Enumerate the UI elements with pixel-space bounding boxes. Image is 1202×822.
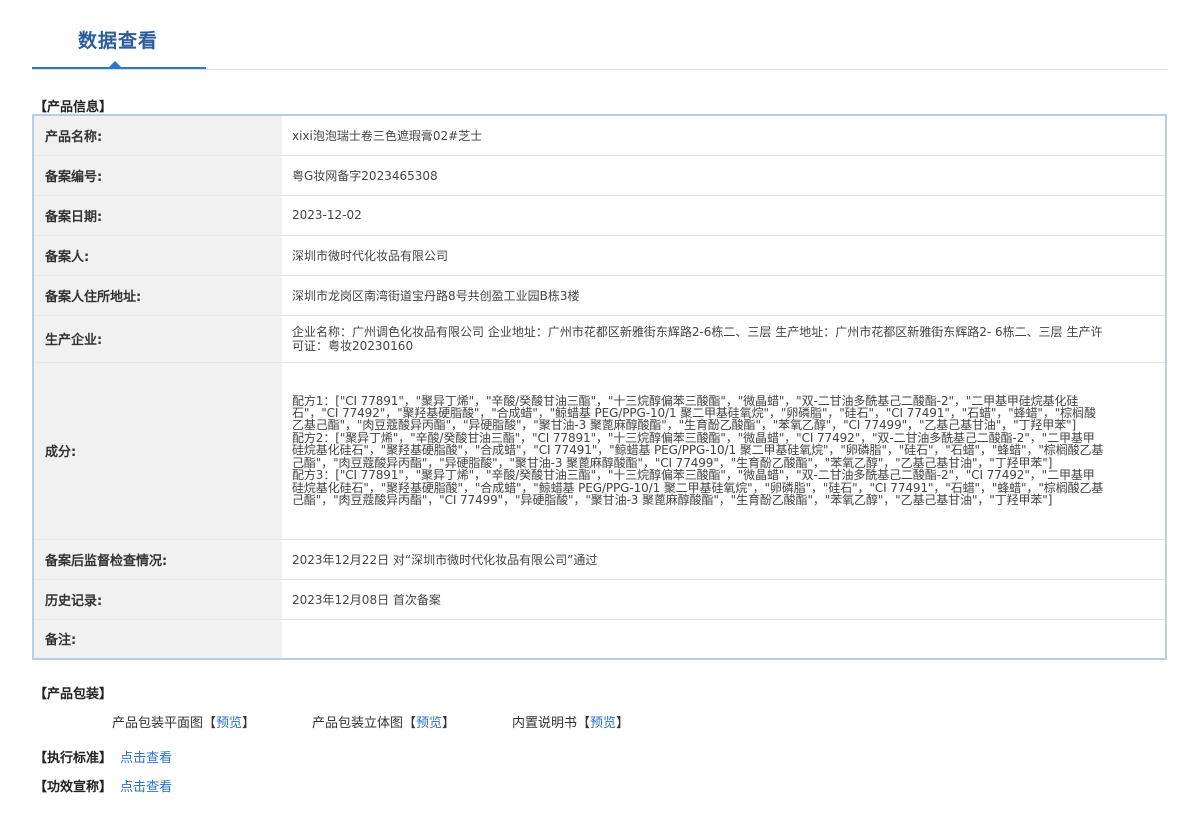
tab-bar: 数据查看 [32, 0, 1167, 70]
table-row: 产品名称: xixi泡泡瑞士卷三色遮瑕膏02#芝士 [33, 115, 1166, 155]
row-label: 备案人住所地址: [33, 274, 282, 315]
row-label: 产品名称: [33, 115, 282, 155]
tab-data-view[interactable]: 数据查看 [78, 26, 158, 53]
table-row: 备注: [33, 618, 1166, 659]
table-row: 历史记录: 2023年12月08日 首次备案 [33, 578, 1166, 619]
packaging-flat-item: 产品包装平面图【预览】 [112, 712, 255, 731]
bracket-open: 【 [577, 716, 591, 731]
row-label: 备案日期: [33, 194, 282, 235]
table-row: 备案日期: 2023-12-02 [33, 194, 1166, 235]
manufacturer-value: 企业名称：广州调色化妆品有限公司 企业地址：广州市花都区新雅街东辉路2-6栋二、… [282, 314, 1166, 362]
formula-3: 配方3：["CI 77891"，"聚异丁烯"，"辛酸/癸酸甘油三酯"，"十三烷醇… [292, 468, 1104, 507]
manual-item: 内置说明书【预览】 [512, 712, 629, 731]
standards-label: 【执行标准】 [34, 751, 113, 766]
table-row: 生产企业: 企业名称：广州调色化妆品有限公司 企业地址：广州市花都区新雅街东辉路… [33, 314, 1166, 362]
table-row: 备案人: 深圳市微时代化妆品有限公司 [33, 234, 1166, 275]
preview-flat-link[interactable]: 预览 [216, 716, 242, 731]
filer-value: 深圳市微时代化妆品有限公司 [282, 234, 1166, 275]
efficacy-row: 【功效宣称】 点击查看 [34, 776, 172, 795]
row-label: 备案后监督检查情况: [33, 538, 282, 579]
efficacy-label: 【功效宣称】 [34, 780, 113, 795]
packaging-3d-item: 产品包装立体图【预览】 [312, 712, 455, 731]
bracket-open: 【 [203, 716, 217, 731]
standards-view-link[interactable]: 点击查看 [120, 751, 172, 766]
ingredients-value: 配方1：["CI 77891"，"聚异丁烯"，"辛酸/癸酸甘油三酯"，"十三烷醇… [282, 361, 1166, 539]
formula-2: 配方2：["聚异丁烯"，"辛酸/癸酸甘油三酯"，"CI 77891"，"十三烷醇… [292, 430, 1104, 470]
caret-up-icon [109, 61, 121, 67]
filing-number-value: 粤G妆网备字2023465308 [282, 154, 1166, 195]
row-label: 备案人: [33, 234, 282, 275]
table-row: 成分: 配方1：["CI 77891"，"聚异丁烯"，"辛酸/癸酸甘油三酯"，"… [33, 361, 1166, 539]
product-name-value: xixi泡泡瑞士卷三色遮瑕膏02#芝士 [292, 128, 483, 143]
filing-date-value: 2023-12-02 [282, 194, 1166, 235]
row-label: 备案编号: [33, 154, 282, 195]
manual-label: 内置说明书 [512, 716, 578, 731]
product-info-heading: 【产品信息】 [34, 100, 113, 115]
filer-address-value: 深圳市龙岗区南湾街道宝丹路8号共创盈工业园B栋3楼 [282, 274, 1166, 315]
packaging-3d-label: 产品包装立体图 [312, 716, 404, 731]
row-label: 历史记录: [33, 578, 282, 619]
row-label: 备注: [33, 618, 282, 659]
product-info-table: 产品名称: xixi泡泡瑞士卷三色遮瑕膏02#芝士 备案编号: 粤G妆网备字20… [32, 114, 1167, 660]
packaging-heading: 【产品包装】 [34, 687, 113, 702]
inspection-value: 2023年12月22日 对“深圳市微时代化妆品有限公司”通过 [282, 538, 1166, 579]
row-label: 生产企业: [33, 314, 282, 362]
history-value: 2023年12月08日 首次备案 [282, 578, 1166, 619]
bracket-open: 【 [403, 716, 417, 731]
efficacy-view-link[interactable]: 点击查看 [120, 780, 172, 795]
remarks-value [282, 618, 1166, 659]
bracket-close: 】 [442, 716, 456, 731]
preview-3d-link[interactable]: 预览 [416, 716, 442, 731]
table-row: 备案人住所地址: 深圳市龙岗区南湾街道宝丹路8号共创盈工业园B栋3楼 [33, 274, 1166, 315]
row-label: 成分: [33, 361, 282, 539]
standards-row: 【执行标准】 点击查看 [34, 747, 172, 766]
table-row: 备案后监督检查情况: 2023年12月22日 对“深圳市微时代化妆品有限公司”通… [33, 538, 1166, 579]
formula-1: 配方1：["CI 77891"，"聚异丁烯"，"辛酸/癸酸甘油三酯"，"十三烷醇… [292, 393, 1096, 433]
table-row: 备案编号: 粤G妆网备字2023465308 [33, 154, 1166, 195]
packaging-flat-label: 产品包装平面图 [112, 716, 204, 731]
active-tab-indicator [32, 67, 206, 69]
bracket-close: 】 [616, 716, 630, 731]
preview-manual-link[interactable]: 预览 [590, 716, 616, 731]
bracket-close: 】 [242, 716, 256, 731]
